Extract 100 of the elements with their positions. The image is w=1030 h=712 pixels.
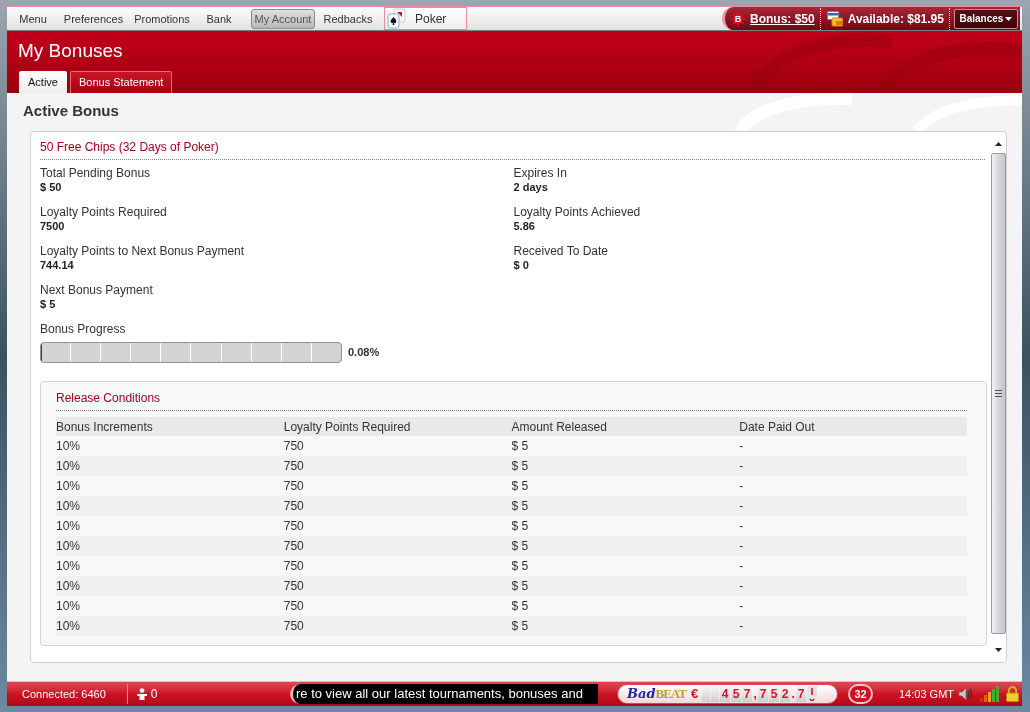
tab[interactable]: Bonus Statement bbox=[69, 71, 173, 93]
table-cell-text: 10% bbox=[56, 478, 81, 495]
table-cell-text: $ 5 bbox=[511, 558, 529, 575]
table-cell-text: 750 bbox=[283, 538, 304, 555]
blank-digit-tile bbox=[711, 686, 720, 702]
field-label: Total Pending Bonus bbox=[40, 166, 151, 181]
blank-digit-tile bbox=[702, 686, 711, 702]
table-cell-text: 10% bbox=[56, 598, 81, 615]
table-cell-text: - bbox=[739, 458, 744, 475]
table-cell-text: 750 bbox=[283, 438, 304, 455]
tab[interactable]: Active bbox=[19, 71, 67, 93]
speaker-icon bbox=[958, 686, 973, 702]
section-title: Active Bonus bbox=[23, 102, 119, 119]
table-cell-text: - bbox=[739, 578, 744, 595]
down-arrow-icon bbox=[994, 648, 1002, 652]
table-cell-text: 10% bbox=[56, 538, 81, 555]
player-count: 0 bbox=[150, 686, 158, 703]
game-tab[interactable]: Poker bbox=[384, 7, 467, 30]
jackpot-digit: 7 bbox=[742, 686, 753, 702]
table-cell-text: 750 bbox=[283, 518, 304, 535]
currency-symbol: € bbox=[690, 686, 699, 702]
credit-cards-icon bbox=[826, 10, 843, 27]
bonus-balance-link[interactable]: Bonus: $50 bbox=[750, 9, 815, 28]
field-value: $ 50 bbox=[40, 181, 62, 194]
rolling-digit-icon bbox=[807, 686, 818, 702]
table-cell-text: 750 bbox=[283, 618, 304, 635]
menu-bar-item[interactable]: My Account bbox=[251, 8, 315, 29]
table-cell-text: $ 5 bbox=[511, 518, 529, 535]
table-cell-text: $ 5 bbox=[511, 538, 529, 555]
column-header: Date Paid Out bbox=[739, 418, 815, 436]
table-cell-text: - bbox=[739, 538, 744, 555]
field-label: Bonus Progress bbox=[40, 322, 126, 337]
menu-bar-item[interactable]: Redbacks bbox=[315, 8, 381, 29]
table-cell-text: 750 bbox=[283, 498, 304, 515]
bonus-name: 50 Free Chips (32 Days of Poker) bbox=[40, 140, 219, 155]
playing-cards-icon bbox=[387, 8, 406, 29]
column-header: Amount Released bbox=[511, 418, 607, 436]
field-value: $ 5 bbox=[40, 298, 56, 311]
table-cell-text: 10% bbox=[56, 498, 81, 515]
up-arrow-icon bbox=[994, 142, 1002, 146]
grip-icon bbox=[994, 390, 1002, 397]
table-cell-text: $ 5 bbox=[511, 618, 529, 635]
table-cell-text: 10% bbox=[56, 458, 81, 475]
caret-icon bbox=[1005, 16, 1013, 21]
table-cell-text: $ 5 bbox=[511, 498, 529, 515]
table-cell-text: - bbox=[739, 478, 744, 495]
release-conditions-title: Release Conditions bbox=[56, 391, 161, 406]
field-value: $ 0 bbox=[513, 259, 529, 272]
menu-bar-item[interactable]: Menu bbox=[11, 8, 55, 29]
table-cell-text: $ 5 bbox=[511, 438, 529, 455]
logo-word: Bad bbox=[627, 686, 656, 702]
menu-bar-item[interactable]: Bank bbox=[192, 8, 246, 29]
field-label: Loyalty Points to Next Bonus Payment bbox=[40, 244, 245, 259]
field-label: Loyalty Points Required bbox=[40, 205, 167, 220]
lock-icon bbox=[1006, 686, 1020, 702]
table-cell-text: - bbox=[739, 498, 744, 515]
table-cell-text: 750 bbox=[283, 578, 304, 595]
field-value: 5.86 bbox=[513, 220, 535, 233]
field-value: 744.14 bbox=[40, 259, 74, 272]
menu-bar-item[interactable]: Promotions bbox=[132, 8, 192, 29]
available-balance: Available: $81.95 bbox=[847, 10, 944, 28]
digit-separator: , bbox=[753, 686, 758, 702]
table-cell-text: $ 5 bbox=[511, 458, 529, 475]
bonus-star-icon: B bbox=[730, 10, 746, 27]
jackpot-digit: 7 bbox=[796, 686, 807, 702]
menu-bar-item[interactable]: Preferences bbox=[55, 8, 132, 29]
table-cell-text: 750 bbox=[283, 458, 304, 475]
jackpot-display[interactable]: BadBEAT € 4 5 7 , 7 5 2 . 7 bbox=[617, 684, 838, 704]
table-cell-text: $ 5 bbox=[511, 578, 529, 595]
field-label: Expires In bbox=[513, 166, 567, 181]
connection-status: Connected: 6460 bbox=[22, 686, 106, 702]
news-ticker[interactable]: re to view all our latest tournaments, bonuses and bbox=[290, 684, 598, 704]
field-label: Loyalty Points Achieved bbox=[513, 205, 641, 220]
jackpot-digit: 7 bbox=[758, 686, 769, 702]
table-cell-text: 10% bbox=[56, 558, 81, 575]
table-cell-text: - bbox=[739, 438, 744, 455]
logo-word: BEAT bbox=[655, 686, 686, 702]
table-cell-text: - bbox=[739, 558, 744, 575]
jackpot-digit: 5 bbox=[731, 686, 742, 702]
table-cell-text: 750 bbox=[283, 598, 304, 615]
signal-bars-icon bbox=[980, 686, 1000, 702]
page-title: My Bonuses bbox=[18, 40, 123, 62]
field-value: 2 days bbox=[513, 181, 548, 194]
jackpot-digit: 2 bbox=[780, 686, 791, 702]
table-cell-text: 750 bbox=[283, 558, 304, 575]
jackpot-digit: 4 bbox=[720, 686, 731, 702]
table-cell-text: 10% bbox=[56, 438, 81, 455]
field-label: Received To Date bbox=[513, 244, 608, 259]
table-cell-text: 10% bbox=[56, 618, 81, 635]
table-cell-text: 750 bbox=[283, 478, 304, 495]
column-header: Bonus Increments bbox=[56, 418, 153, 436]
column-header: Loyalty Points Required bbox=[283, 418, 411, 436]
balances-button[interactable]: Balances bbox=[953, 8, 1018, 29]
table-cell-text: 10% bbox=[56, 578, 81, 595]
table-cell-text: $ 5 bbox=[511, 478, 529, 495]
jackpot-digit: 5 bbox=[769, 686, 780, 702]
table-cell-text: $ 5 bbox=[511, 598, 529, 615]
logo-badge: 32 bbox=[848, 684, 873, 704]
scrollbar-thumb[interactable] bbox=[990, 153, 1006, 634]
field-value: 7500 bbox=[40, 220, 65, 233]
